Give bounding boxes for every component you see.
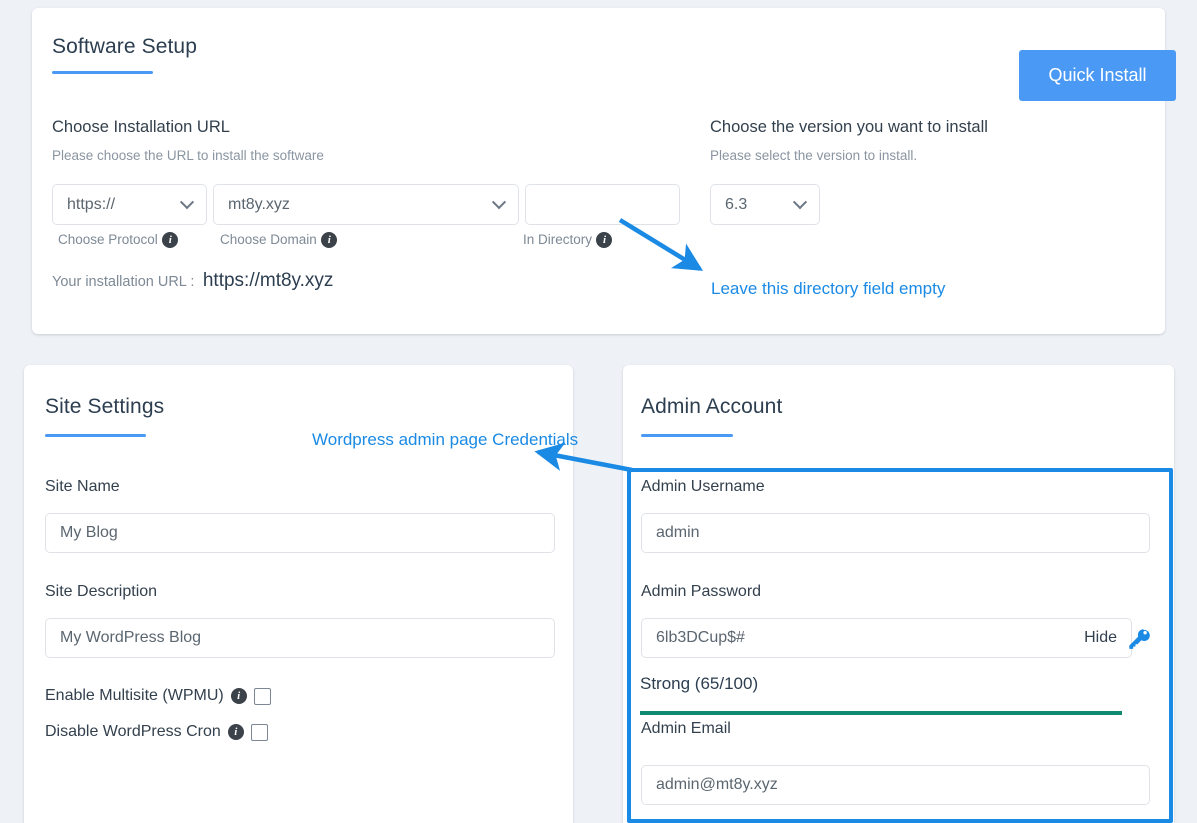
admin-account-title: Admin Account [641,395,782,419]
site-description-value: My WordPress Blog [60,629,201,647]
software-setup-title: Software Setup [52,35,197,59]
cron-checkbox[interactable] [251,724,268,741]
site-name-input[interactable]: My Blog [45,513,555,553]
admin-email-label: Admin Email [641,720,731,738]
password-strength-text: Strong (65/100) [640,674,758,694]
annotation-credentials-note: Wordpress admin page Credentials [312,430,578,450]
site-name-value: My Blog [60,524,118,542]
info-icon-domain[interactable]: i [321,232,337,248]
domain-select-value: mt8y.xyz [228,196,290,214]
admin-password-input[interactable]: 6lb3DCup$# Hide [641,618,1132,658]
chevron-down-icon [180,195,194,209]
domain-select[interactable]: mt8y.xyz [213,184,519,225]
directory-input[interactable] [525,184,680,225]
domain-caption-label: Choose Domain [220,232,317,247]
info-icon-cron[interactable]: i [228,724,244,740]
admin-email-input[interactable]: admin@mt8y.xyz [641,765,1150,805]
info-icon-multisite[interactable]: i [231,688,247,704]
software-setup-card: Software Setup Quick Install Choose Inst… [32,8,1165,334]
version-select-value: 6.3 [725,196,747,214]
admin-password-value: 6lb3DCup$# [656,629,745,647]
installation-url-line: Your installation URL : https://mt8y.xyz [52,270,333,292]
site-description-input[interactable]: My WordPress Blog [45,618,555,658]
site-settings-title: Site Settings [45,395,164,419]
chevron-down-icon [492,195,506,209]
protocol-caption: Choose Protocol i [58,231,178,249]
chevron-down-icon [793,195,807,209]
install-url-subheading: Please choose the URL to install the sof… [52,148,324,163]
multisite-checkbox[interactable] [254,688,271,705]
protocol-caption-label: Choose Protocol [58,232,158,247]
cron-label: Disable WordPress Cron [45,723,221,741]
admin-username-input[interactable]: admin [641,513,1150,553]
admin-username-label: Admin Username [641,478,765,496]
installation-url-label: Your installation URL : [52,274,194,290]
multisite-row: Enable Multisite (WPMU) i [45,687,271,705]
password-visibility-toggle[interactable]: Hide [1084,629,1117,647]
domain-caption: Choose Domain i [220,231,337,249]
version-subheading: Please select the version to install. [710,148,917,163]
info-icon-directory[interactable]: i [596,232,612,248]
directory-caption: In Directory i [523,231,612,249]
quick-install-button[interactable]: Quick Install [1019,50,1176,101]
version-select[interactable]: 6.3 [710,184,820,225]
admin-account-title-rule [641,434,733,437]
site-description-label: Site Description [45,583,157,601]
installer-page: Software Setup Quick Install Choose Inst… [0,0,1197,823]
version-heading: Choose the version you want to install [710,118,988,137]
site-name-label: Site Name [45,478,120,496]
admin-username-value: admin [656,524,700,542]
protocol-select[interactable]: https:// [52,184,207,225]
admin-account-card: Admin Account Admin Username admin Admin… [623,365,1174,823]
admin-password-label: Admin Password [641,583,761,601]
site-settings-title-rule [45,434,146,437]
info-icon-protocol[interactable]: i [162,232,178,248]
key-icon[interactable] [1127,627,1151,651]
annotation-directory-note: Leave this directory field empty [711,279,945,299]
install-url-heading: Choose Installation URL [52,118,230,137]
multisite-label: Enable Multisite (WPMU) [45,687,224,705]
admin-email-value: admin@mt8y.xyz [656,776,778,794]
software-setup-title-rule [52,71,153,74]
directory-caption-label: In Directory [523,232,592,247]
cron-row: Disable WordPress Cron i [45,723,268,741]
installation-url-value: https://mt8y.xyz [203,270,334,291]
protocol-select-value: https:// [67,196,115,214]
password-strength-bar [640,711,1122,715]
